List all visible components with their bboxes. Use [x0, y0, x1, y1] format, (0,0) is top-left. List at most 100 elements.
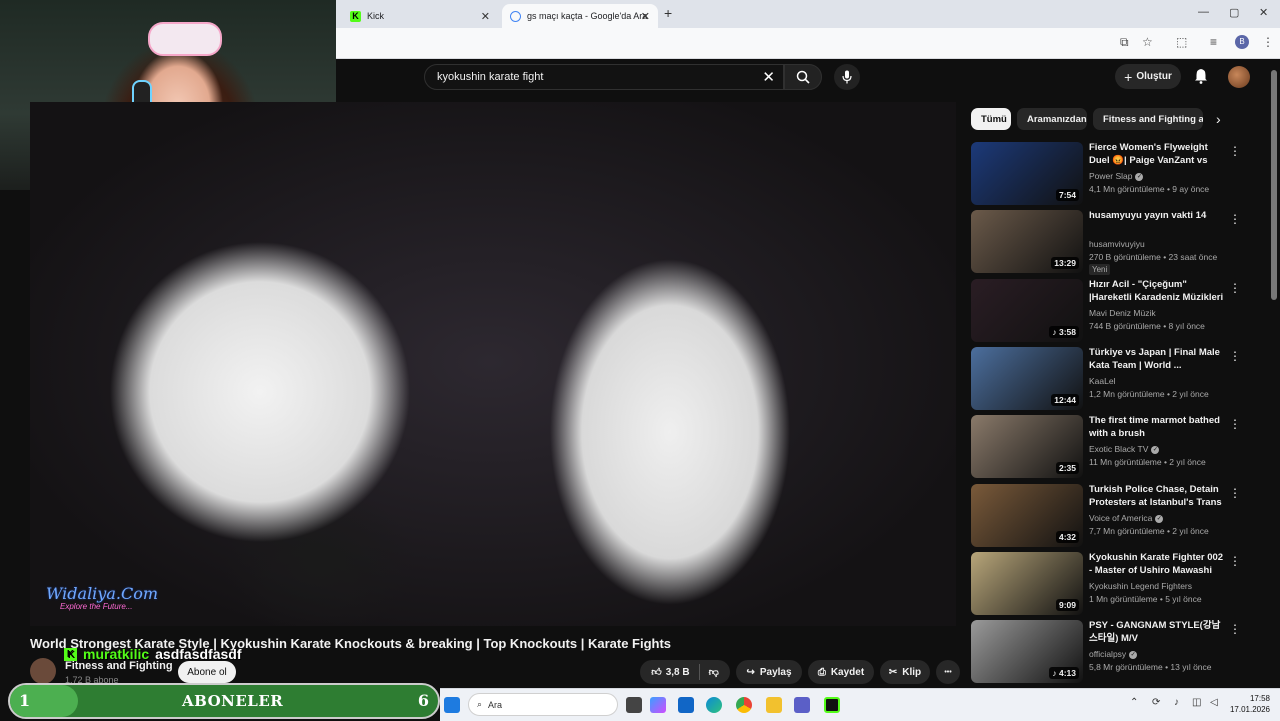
like-button[interactable]: 👍︎ 3,8 B	[651, 666, 689, 679]
chrome-icon[interactable]	[736, 697, 752, 713]
video-thumbnail[interactable]: 13:29	[971, 210, 1083, 273]
task-view-icon[interactable]	[626, 697, 642, 713]
search-button[interactable]	[784, 64, 822, 90]
tray-chevron-icon[interactable]: ⌃	[1130, 697, 1138, 708]
video-player[interactable]: Widaliya.Com Explore the Future...	[30, 102, 956, 626]
recommended-video[interactable]: 2:35 The first time marmot bathed with a …	[971, 415, 1261, 479]
video-duration: ♪ 3:58	[1049, 326, 1079, 338]
tab-kick[interactable]: K Kick ✕	[342, 4, 498, 28]
more-actions-button[interactable]: •••	[936, 660, 960, 684]
share-button[interactable]: ↪ Paylaş	[736, 660, 802, 684]
notifications-bell-icon[interactable]	[1194, 68, 1208, 89]
video-thumbnail[interactable]: ♪ 4:13	[971, 620, 1083, 683]
outlook-icon[interactable]	[678, 697, 694, 713]
chip-from-search[interactable]: Aramanızdan	[1017, 108, 1087, 130]
scrollbar-thumb[interactable]	[1271, 70, 1277, 300]
recommended-video-title[interactable]: Türkiye vs Japan | Final Male Kata Team …	[1089, 347, 1225, 372]
chip-all[interactable]: Tümü	[971, 108, 1011, 130]
video-thumbnail[interactable]: 2:35	[971, 415, 1083, 478]
maximize-button[interactable]: ▢	[1229, 6, 1239, 19]
search-input[interactable]	[435, 70, 759, 84]
video-watermark: Widaliya.Com	[46, 584, 159, 603]
video-thumbnail[interactable]: 12:44	[971, 347, 1083, 410]
recommended-video-title[interactable]: Hızır Acil - "Çiçeğum" |Hareketli Karade…	[1089, 279, 1225, 304]
recommended-channel[interactable]: KaaLel	[1089, 376, 1115, 386]
recommended-video-meta: 270 B görüntüleme • 23 saat önce	[1089, 252, 1218, 262]
kebab-menu-icon[interactable]: ⋮	[1229, 144, 1241, 158]
clip-button[interactable]: ✂ Klip	[880, 660, 930, 684]
subscribe-button[interactable]: Abone ol	[178, 661, 236, 683]
edge-icon[interactable]	[706, 697, 722, 713]
kick-favicon-icon: K	[350, 10, 361, 22]
clock[interactable]: 17:58 17.01.2026	[1226, 693, 1270, 715]
kebab-menu-icon[interactable]: ⋮	[1229, 554, 1241, 568]
media-control-icon[interactable]: ≡	[1210, 35, 1217, 49]
kick-app-icon[interactable]	[824, 697, 840, 713]
new-tab-button[interactable]: +	[664, 5, 672, 21]
recommended-channel[interactable]: Mavi Deniz Müzik	[1089, 308, 1156, 318]
recommended-channel[interactable]: husamvivuyiyu	[1089, 239, 1145, 249]
kebab-menu-icon[interactable]: ⋮	[1229, 281, 1241, 295]
recommended-channel[interactable]: Kyokushin Legend Fighters	[1089, 581, 1192, 591]
recommended-channel[interactable]: Voice of America ✓	[1089, 513, 1164, 523]
recommended-video-title[interactable]: Turkish Police Chase, Detain Protesters …	[1089, 484, 1225, 509]
kebab-menu-icon[interactable]: ⋮	[1229, 622, 1241, 636]
recommended-video[interactable]: 9:09 Kyokushin Karate Fighter 002 - Maste…	[971, 552, 1261, 616]
search-box[interactable]: ✕	[424, 64, 784, 90]
taskbar-search[interactable]: ⌕ Ara	[468, 693, 618, 716]
recommended-video-title[interactable]: Kyokushin Karate Fighter 002 - Master of…	[1089, 552, 1225, 577]
scrollbar[interactable]	[1270, 60, 1278, 685]
cast-icon[interactable]: ⧉	[1120, 35, 1129, 50]
chip-channel[interactable]: Fitness and Fighting adlı	[1093, 108, 1203, 130]
close-icon[interactable]: ✕	[481, 10, 490, 23]
kebab-menu-icon[interactable]: ⋮	[1229, 212, 1241, 226]
minimize-button[interactable]: —	[1198, 6, 1209, 18]
teams-icon[interactable]	[794, 697, 810, 713]
create-button[interactable]: + Oluştur	[1115, 64, 1181, 89]
recommended-video[interactable]: ♪ 3:58 Hızır Acil - "Çiçeğum" |Hareketli …	[971, 279, 1261, 343]
tab-google-search[interactable]: gs maçı kaçta - Google'da Ara ✕	[502, 4, 658, 28]
recommended-video-title[interactable]: husamyuyu yayın vakti 14	[1089, 210, 1225, 223]
recommended-video[interactable]: 13:29 husamyuyu yayın vakti 14 husamvivuyi…	[971, 210, 1261, 275]
recommended-video[interactable]: 7:54 Fierce Women's Flyweight Duel 😡| Pai…	[971, 142, 1261, 206]
recommended-channel[interactable]: Power Slap ✓	[1089, 171, 1144, 181]
recommended-channel[interactable]: Exotic Black TV ✓	[1089, 444, 1160, 454]
account-avatar[interactable]	[1228, 66, 1250, 88]
voice-search-button[interactable]	[834, 64, 860, 90]
microphone-icon[interactable]: ♪	[1174, 697, 1179, 708]
sync-icon[interactable]: ⟳	[1152, 697, 1160, 708]
recommended-video-title[interactable]: PSY - GANGNAM STYLE(강남스타일) M/V	[1089, 620, 1225, 645]
clear-search-icon[interactable]: ✕	[762, 68, 775, 86]
video-duration: 12:44	[1051, 394, 1079, 406]
bookmark-star-icon[interactable]: ☆	[1142, 35, 1153, 49]
video-thumbnail[interactable]: 9:09	[971, 552, 1083, 615]
recommended-video[interactable]: 4:32 Turkish Police Chase, Detain Protest…	[971, 484, 1261, 548]
file-explorer-icon[interactable]	[766, 697, 782, 713]
extensions-icon[interactable]: ⬚	[1176, 35, 1187, 49]
video-thumbnail[interactable]: ♪ 3:58	[971, 279, 1083, 342]
copilot-icon[interactable]	[650, 697, 666, 713]
windows-start-icon[interactable]	[444, 697, 460, 713]
close-icon[interactable]: ✕	[641, 10, 650, 23]
video-thumbnail[interactable]: 7:54	[971, 142, 1083, 205]
network-icon[interactable]: ◫	[1192, 697, 1201, 708]
recommended-video-title[interactable]: The first time marmot bathed with a brus…	[1089, 415, 1225, 440]
chevron-right-icon[interactable]: ›	[1216, 111, 1221, 127]
save-button[interactable]: ⎙ Kaydet	[808, 660, 874, 684]
channel-avatar[interactable]	[30, 658, 56, 684]
volume-icon[interactable]: ◁	[1210, 697, 1218, 708]
recommended-video-title[interactable]: Fierce Women's Flyweight Duel 😡| Paige V…	[1089, 142, 1225, 167]
thumbs-down-icon: 👎︎	[708, 667, 719, 678]
dislike-button[interactable]: 👎︎	[709, 666, 719, 678]
kebab-menu-icon[interactable]: ⋮	[1229, 417, 1241, 431]
kebab-menu-icon[interactable]: ⋮	[1262, 35, 1274, 49]
taskbar-search-placeholder: Ara	[488, 699, 503, 710]
kebab-menu-icon[interactable]: ⋮	[1229, 349, 1241, 363]
kebab-menu-icon[interactable]: ⋮	[1229, 486, 1241, 500]
profile-avatar[interactable]: B	[1235, 35, 1249, 49]
recommended-video[interactable]: ♪ 4:13 PSY - GANGNAM STYLE(강남스타일) M/V offi…	[971, 620, 1261, 684]
recommended-channel[interactable]: officialpsy ✓	[1089, 649, 1138, 659]
window-close-button[interactable]: ✕	[1259, 6, 1268, 19]
recommended-video[interactable]: 12:44 Türkiye vs Japan | Final Male Kata …	[971, 347, 1261, 411]
video-thumbnail[interactable]: 4:32	[971, 484, 1083, 547]
